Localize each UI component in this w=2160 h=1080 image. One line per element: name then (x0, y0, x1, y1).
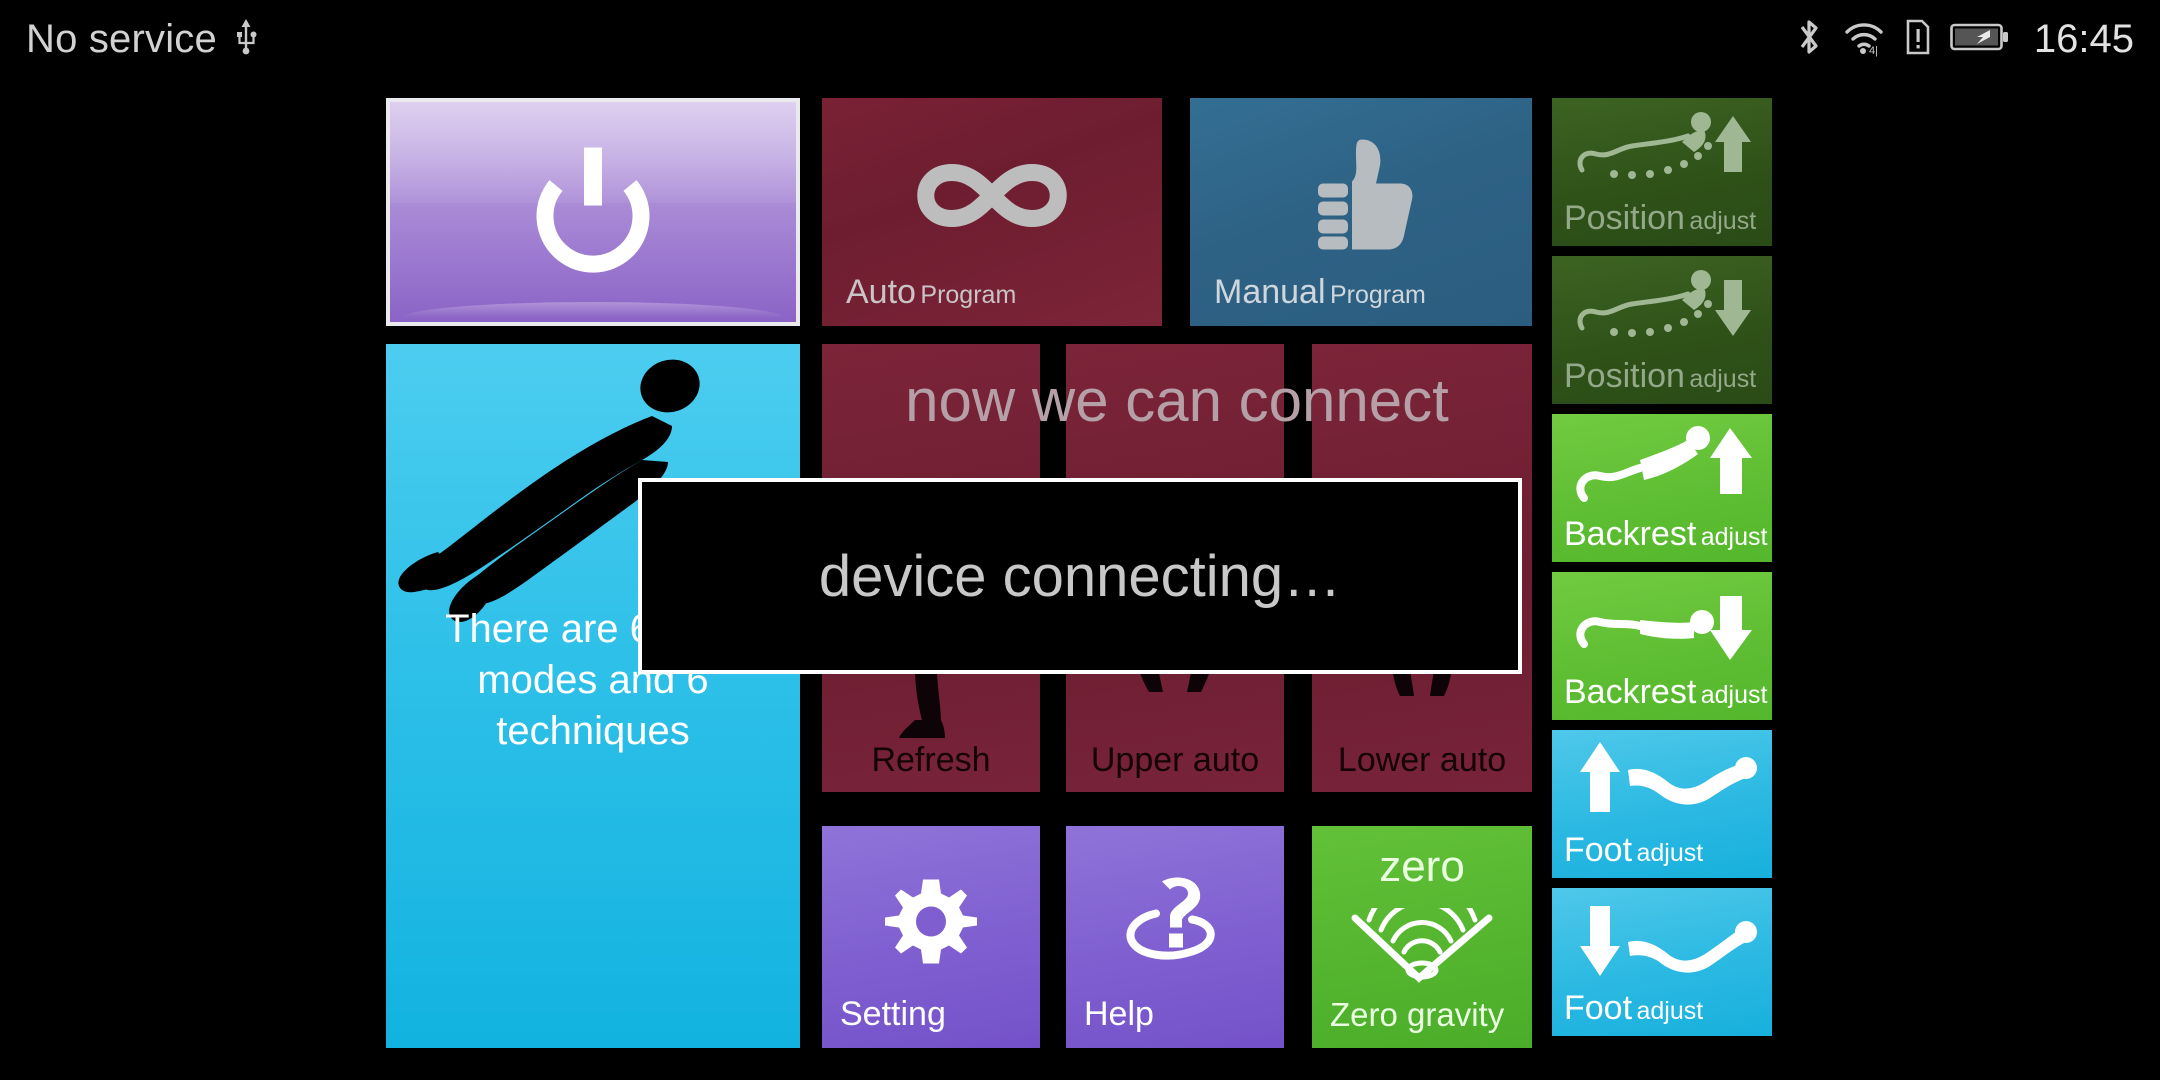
svg-text:4|: 4| (1869, 45, 1878, 57)
help-label: Help (1084, 995, 1154, 1033)
zero-gravity-badge: zero (1379, 842, 1465, 891)
hero-info-tile[interactable]: There are 6 auto modes and 6 techniques (386, 344, 800, 1048)
zero-gravity-tile[interactable]: zero Zero gravity (1312, 826, 1532, 1048)
foot-up-icon (1570, 740, 1760, 837)
question-mark-icon (1120, 871, 1230, 976)
manual-program-tile[interactable]: Manual Program (1190, 98, 1532, 326)
position-adjust-up-label: Position adjust (1564, 199, 1757, 237)
sim-alert-icon (1904, 17, 1932, 62)
power-gloss-bottom (402, 302, 784, 318)
usb-icon (233, 18, 259, 61)
bluetooth-icon (1794, 16, 1824, 63)
connecting-toast: device connecting… (638, 478, 1522, 674)
backrest-adjust-down-label: Backrest adjust (1564, 673, 1768, 711)
infinity-icon (897, 141, 1087, 256)
position-adjust-down-tile[interactable]: Position adjust (1552, 256, 1772, 404)
toast-message: device connecting… (818, 543, 1342, 609)
setting-label: Setting (840, 995, 946, 1033)
upper-auto-label: Upper auto (1090, 741, 1260, 779)
position-adjust-up-tile[interactable]: Position adjust (1552, 98, 1772, 246)
foot-down-icon (1570, 898, 1760, 995)
zero-gravity-label: Zero gravity (1330, 996, 1505, 1033)
status-bar: No service 4| 16:45 (0, 0, 2160, 78)
zero-gravity-fan-icon (1347, 879, 1497, 993)
foot-adjust-down-tile[interactable]: Foot adjust (1552, 888, 1772, 1036)
wifi-icon: 4| (1842, 17, 1886, 62)
setting-tile[interactable]: Setting (822, 826, 1040, 1048)
position-down-icon (1570, 266, 1760, 363)
lower-auto-label: Lower auto (1337, 741, 1507, 779)
auto-program-tile[interactable]: Auto Program (822, 98, 1162, 326)
power-icon (528, 142, 658, 283)
battery-charging-icon (1950, 20, 2010, 59)
position-up-icon (1570, 108, 1760, 205)
backrest-down-icon (1570, 582, 1760, 683)
refresh-label: Refresh (871, 741, 991, 779)
carrier-label: No service (26, 16, 217, 61)
foot-adjust-up-label: Foot adjust (1564, 831, 1704, 869)
backrest-adjust-up-label: Backrest adjust (1564, 515, 1768, 553)
status-bar-left: No service (26, 17, 259, 62)
position-adjust-down-label: Position adjust (1564, 357, 1757, 395)
app-root: No service 4| 16:45 Auto Program Manual … (0, 0, 2160, 1080)
foot-adjust-down-label: Foot adjust (1564, 989, 1704, 1027)
status-bar-right: 4| 16:45 (1794, 16, 2134, 63)
gear-icon (883, 873, 979, 974)
manual-program-label: Manual Program (1214, 273, 1426, 311)
thumbs-up-icon (1306, 136, 1416, 261)
power-button[interactable] (386, 98, 800, 326)
backrest-adjust-down-tile[interactable]: Backrest adjust (1552, 572, 1772, 720)
help-tile[interactable]: Help (1066, 826, 1284, 1048)
clock-label: 16:45 (2033, 16, 2134, 61)
backrest-adjust-up-tile[interactable]: Backrest adjust (1552, 414, 1772, 562)
foot-adjust-up-tile[interactable]: Foot adjust (1552, 730, 1772, 878)
auto-program-label: Auto Program (846, 273, 1017, 311)
backrest-up-icon (1570, 424, 1760, 525)
